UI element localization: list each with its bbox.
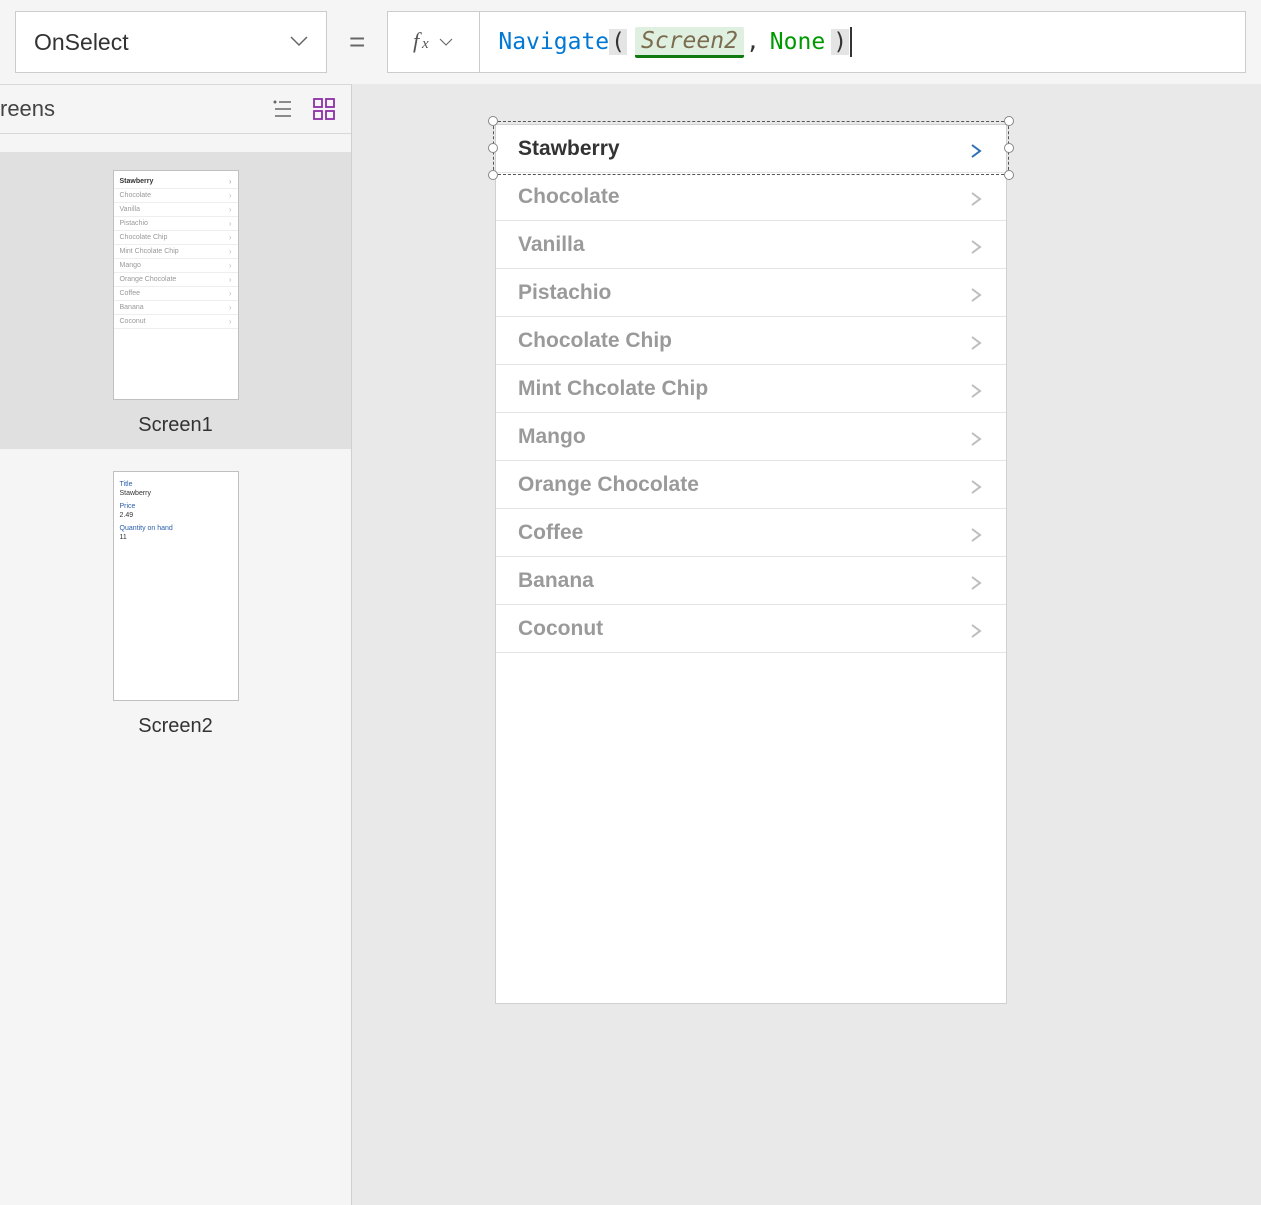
chevron-right-icon[interactable] <box>968 573 984 589</box>
thumb1-item: Banana <box>120 304 144 311</box>
svg-text:x: x <box>421 36 429 52</box>
chevron-right-icon[interactable] <box>968 429 984 445</box>
canvas-area[interactable]: Stawberry Chocolate Vanilla <box>352 84 1261 1205</box>
thumb1-item: Mango <box>120 262 141 269</box>
app-preview[interactable]: Stawberry Chocolate Vanilla <box>495 124 1007 1004</box>
gallery-item-label: Coconut <box>518 617 603 641</box>
panel-title: reens <box>0 96 55 122</box>
screen2-thumbnail[interactable]: Title Stawberry Price 2.49 Quantity on h… <box>0 471 351 738</box>
chevron-right-icon[interactable] <box>968 189 984 205</box>
gallery-item-label: Chocolate <box>518 185 620 209</box>
resize-handle[interactable] <box>1004 143 1014 153</box>
resize-handle[interactable] <box>488 116 498 126</box>
gallery-row[interactable]: Pistachio <box>496 269 1006 317</box>
chevron-right-icon[interactable] <box>968 141 984 157</box>
screen1-thumb-canvas: Stawberry› Chocolate› Vanilla› Pistachio… <box>113 170 239 400</box>
screen2-thumb-label: Screen2 <box>138 715 213 738</box>
gallery-row-selected[interactable]: Stawberry <box>496 125 1006 173</box>
formula-func: Navigate <box>498 29 609 55</box>
gallery-item-label: Mint Chcolate Chip <box>518 377 708 401</box>
chevron-right-icon[interactable] <box>968 621 984 637</box>
thumb1-item: Coconut <box>120 318 146 325</box>
formula-open-paren: ( <box>609 29 627 55</box>
property-selector-value: OnSelect <box>34 29 129 56</box>
equals-sign: = <box>349 26 365 58</box>
chevron-right-icon[interactable] <box>968 477 984 493</box>
resize-handle[interactable] <box>488 143 498 153</box>
screen2-thumb-canvas: Title Stawberry Price 2.49 Quantity on h… <box>113 471 239 701</box>
thumb1-item: Pistachio <box>120 220 148 227</box>
gallery-item-label: Banana <box>518 569 594 593</box>
screen1-thumbnail[interactable]: Stawberry› Chocolate› Vanilla› Pistachio… <box>0 152 351 449</box>
gallery-item-label: Pistachio <box>518 281 611 305</box>
resize-handle[interactable] <box>1004 116 1014 126</box>
gallery-row[interactable]: Banana <box>496 557 1006 605</box>
thumb1-item: Orange Chocolate <box>120 276 177 283</box>
property-selector[interactable]: OnSelect <box>15 11 327 73</box>
gallery-row[interactable]: Coconut <box>496 605 1006 653</box>
thumb1-item: Stawberry <box>120 178 154 185</box>
text-cursor <box>850 27 852 57</box>
chevron-right-icon[interactable] <box>968 525 984 541</box>
gallery-item-label: Orange Chocolate <box>518 473 699 497</box>
thumb2-field: Quantity on hand <box>114 524 238 533</box>
chevron-right-icon[interactable] <box>968 237 984 253</box>
gallery-item-label: Vanilla <box>518 233 585 257</box>
chevron-down-icon <box>290 36 308 48</box>
gallery-item-label: Mango <box>518 425 586 449</box>
chevron-right-icon[interactable] <box>968 381 984 397</box>
thumbnails-icon[interactable] <box>313 98 335 120</box>
gallery-row[interactable]: Mango <box>496 413 1006 461</box>
thumb2-field: Stawberry <box>114 489 238 498</box>
thumb1-item: Chocolate <box>120 192 152 199</box>
thumb1-item: Chocolate Chip <box>120 234 168 241</box>
panel-header: reens <box>0 84 351 134</box>
gallery-item-label: Stawberry <box>518 137 620 161</box>
gallery-row[interactable]: Chocolate Chip <box>496 317 1006 365</box>
gallery-row[interactable]: Mint Chcolate Chip <box>496 365 1006 413</box>
screens-panel: reens Stawberry› <box>0 84 352 1205</box>
thumb2-field: 11 <box>114 533 238 542</box>
thumb1-item: Coffee <box>120 290 141 297</box>
gallery-row[interactable]: Chocolate <box>496 173 1006 221</box>
top-bar: OnSelect = f x Navigate ( Screen2 , None… <box>0 0 1261 84</box>
formula-comma: , <box>746 29 760 55</box>
thumb2-field: 2.49 <box>114 511 238 520</box>
gallery-row[interactable]: Coffee <box>496 509 1006 557</box>
thumb2-field: Price <box>114 502 238 511</box>
chevron-right-icon[interactable] <box>968 285 984 301</box>
formula-arg1: Screen2 <box>635 27 744 58</box>
gallery-row[interactable]: Vanilla <box>496 221 1006 269</box>
screen1-thumb-label: Screen1 <box>138 414 213 437</box>
gallery-item-label: Chocolate Chip <box>518 329 672 353</box>
treeview-icon[interactable] <box>271 98 293 120</box>
gallery-item-label: Coffee <box>518 521 583 545</box>
gallery-row[interactable]: Orange Chocolate <box>496 461 1006 509</box>
formula-arg2: None <box>770 29 825 55</box>
fx-dropdown[interactable]: f x <box>387 11 479 73</box>
formula-close-paren: ) <box>831 29 849 55</box>
svg-text:f: f <box>413 28 422 53</box>
formula-bar[interactable]: Navigate ( Screen2 , None ) <box>479 11 1246 73</box>
thumb1-item: Mint Chcolate Chip <box>120 248 179 255</box>
chevron-right-icon[interactable] <box>968 333 984 349</box>
thumb1-item: Vanilla <box>120 206 141 213</box>
thumb2-field: Title <box>114 480 238 489</box>
fx-icon: f x <box>411 27 457 57</box>
